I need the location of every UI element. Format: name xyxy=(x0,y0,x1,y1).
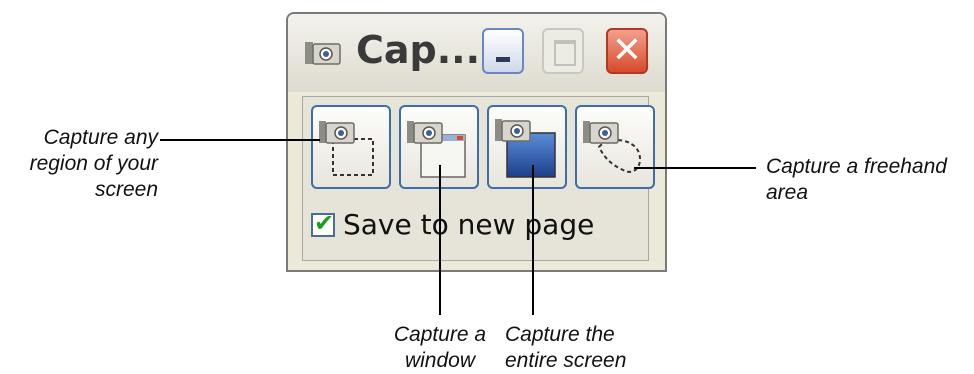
capture-freehand-button[interactable] xyxy=(575,105,655,189)
leader-line-freehand xyxy=(634,167,756,169)
callout-capture-screen: Capture the entire screen xyxy=(505,322,626,374)
callout-line: Capture any xyxy=(43,126,158,149)
callout-line: Capture a freehand xyxy=(766,155,947,178)
callout-line: region of your xyxy=(29,152,158,175)
capture-panel: ✔ Save to new page xyxy=(302,96,655,261)
checkmark-icon: ✔ xyxy=(314,209,335,237)
save-to-new-page-label: Save to new page xyxy=(343,208,595,241)
callout-capture-freehand: Capture a freehand area xyxy=(766,154,947,206)
minimize-icon xyxy=(496,57,510,62)
camera-icon xyxy=(305,42,341,65)
callout-line: screen xyxy=(94,178,158,201)
callout-line: area xyxy=(766,181,809,204)
leader-line-screen xyxy=(532,165,534,315)
title-bar[interactable]: Cap... ✕ xyxy=(288,14,665,92)
camera-freehand-icon xyxy=(583,121,641,173)
capture-window: Cap... ✕ ✔ Save to new page xyxy=(286,12,667,272)
close-button[interactable]: ✕ xyxy=(606,28,648,74)
capture-region-button[interactable] xyxy=(311,105,391,189)
capture-screen-button[interactable] xyxy=(487,105,567,189)
window-title: Cap... xyxy=(356,28,481,72)
close-icon: ✕ xyxy=(611,30,643,71)
callout-capture-region: Capture any region of your screen xyxy=(30,125,158,203)
save-to-new-page-checkbox[interactable]: ✔ xyxy=(311,209,335,237)
leader-line-window xyxy=(439,165,441,315)
camera-dashed-region-icon xyxy=(319,121,374,176)
minimize-button[interactable] xyxy=(482,28,524,74)
maximize-button[interactable] xyxy=(542,28,584,74)
callout-line: Capture the xyxy=(505,323,615,346)
callout-line: entire screen xyxy=(505,349,627,372)
leader-line-region xyxy=(160,139,320,141)
camera-screen-icon xyxy=(495,119,556,178)
maximize-icon xyxy=(554,40,576,66)
